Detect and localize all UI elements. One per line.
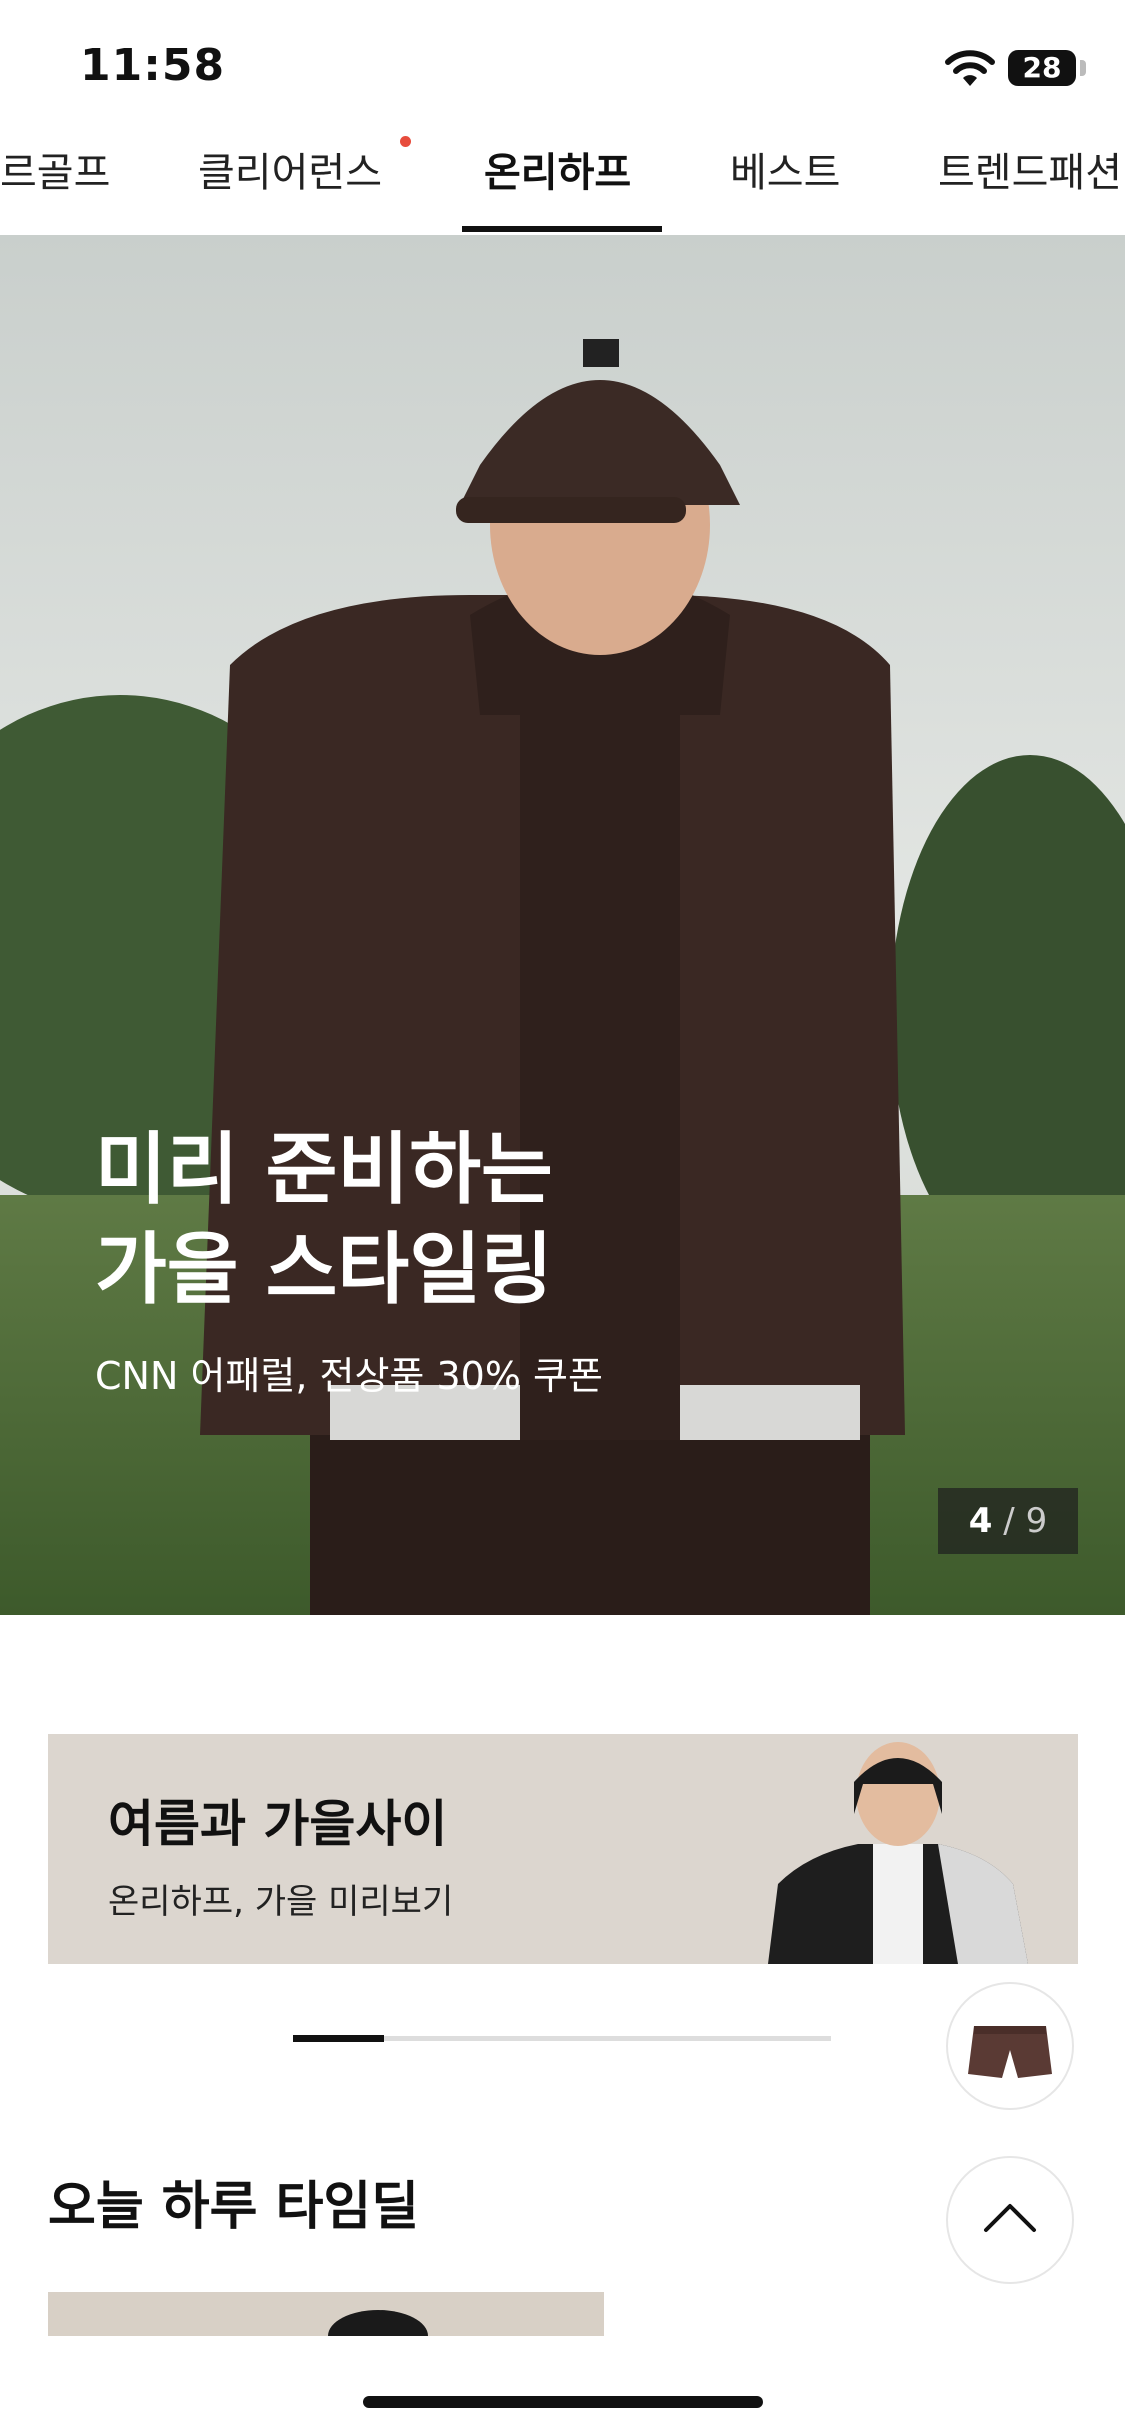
slide-counter-current: 4 [968, 1501, 993, 1541]
home-area [0, 2336, 1125, 2436]
slide-counter-separator: / [1003, 1501, 1015, 1541]
shorts-thumbnail [968, 2026, 1052, 2078]
hero-banner[interactable]: 미리 준비하는 가을 스타일링 CNN 어패럴, 전상품 30% 쿠폰 [0, 235, 1125, 1615]
battery-nub [1080, 60, 1086, 76]
hero-image [0, 235, 1125, 1615]
wifi-icon [945, 50, 995, 86]
category-tabs: 르골프 클리어런스 온리하프 베스트 트렌드패션 [0, 120, 1125, 235]
chevron-up-icon [984, 2204, 1036, 2232]
section-title-time-deal: 오늘 하루 타임딜 [48, 2177, 420, 2237]
new-badge-dot [400, 136, 411, 147]
tab-trend-fashion[interactable]: 트렌드패션 [938, 140, 1122, 235]
promo-title: 여름과 가을사이 [108, 1795, 448, 1853]
active-tab-indicator [462, 226, 662, 232]
home-indicator[interactable] [363, 2396, 763, 2408]
status-time: 11:58 [80, 40, 226, 91]
promo-subtitle: 온리하프, 가을 미리보기 [108, 1882, 454, 1922]
hero-subtitle: CNN 어패럴, 전상품 30% 쿠폰 [95, 1354, 603, 1398]
tab-golf[interactable]: 르골프 [0, 140, 110, 235]
carousel-progress-fill [293, 2035, 385, 2042]
battery-icon: 28 [1008, 50, 1076, 86]
time-deal-image [328, 2310, 428, 2336]
tab-best[interactable]: 베스트 [730, 140, 840, 235]
slide-counter-total: 9 [1025, 1501, 1048, 1541]
time-deal-card[interactable] [48, 2292, 604, 2336]
tab-only-half[interactable]: 온리하프 [484, 140, 631, 235]
hero-title: 미리 준비하는 가을 스타일링 [95, 1125, 553, 1315]
tab-clearance[interactable]: 클리어런스 [198, 140, 382, 235]
recent-product-button[interactable] [946, 1982, 1074, 2110]
slide-counter: 4 / 9 [938, 1488, 1078, 1554]
promo-banner[interactable]: 여름과 가을사이 온리하프, 가을 미리보기 [48, 1734, 1078, 1964]
promo-model-image [768, 1742, 1028, 1964]
scroll-to-top-button[interactable] [946, 2156, 1074, 2284]
status-bar: 11:58 28 [0, 0, 1125, 120]
